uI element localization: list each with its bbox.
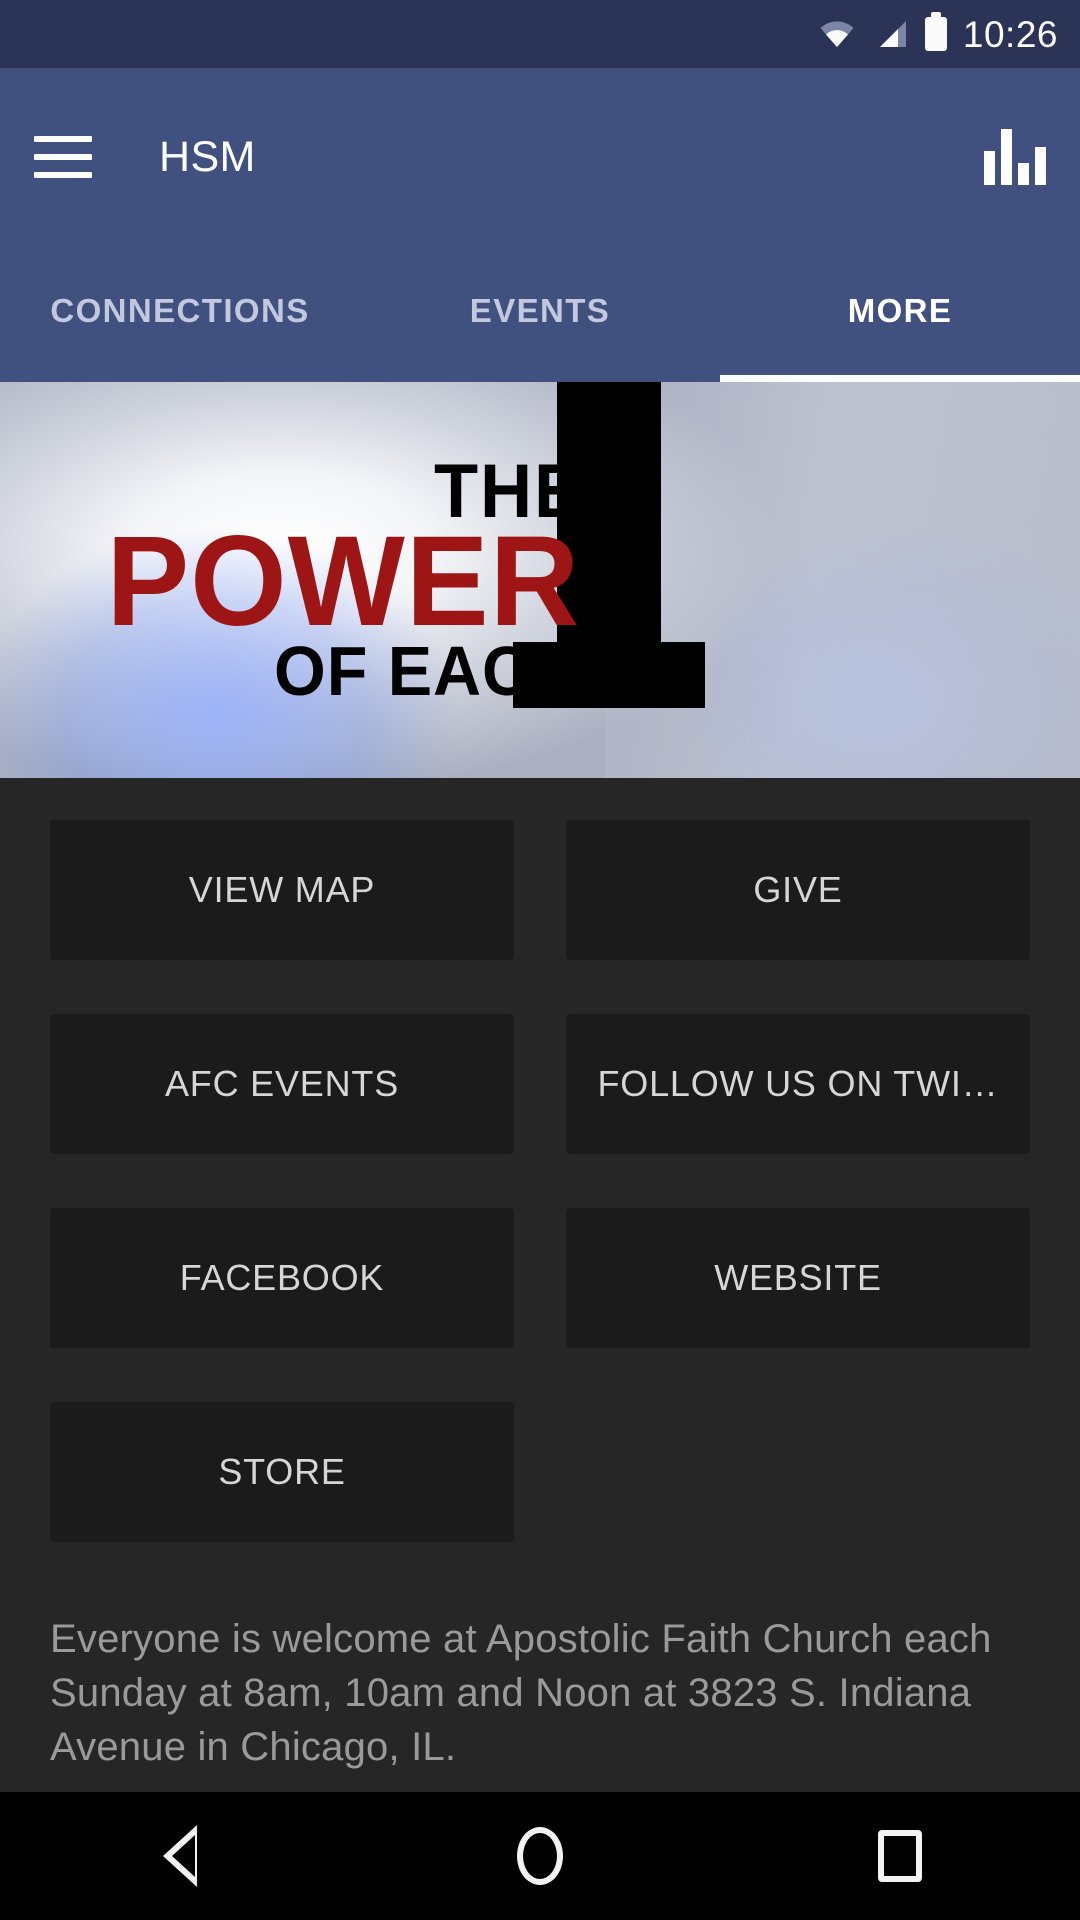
tab-bar: CONNECTIONS EVENTS MORE [0,246,1080,382]
app-bar: HSM [0,68,1080,246]
banner-line-of-each: OF EACH [274,631,580,710]
tile-give[interactable]: GIVE [566,820,1030,960]
banner-right-fade [604,382,1080,778]
church-description: Everyone is welcome at Apostolic Faith C… [50,1617,992,1769]
recents-square-icon[interactable] [840,1792,960,1920]
status-icons [819,17,947,51]
banner-line-power: POWER [106,509,581,653]
tile-grid: VIEW MAP GIVE AFC EVENTS FOLLOW US ON TW… [50,820,1030,1542]
wifi-icon [820,21,854,47]
app-bar-title: HSM [159,132,256,181]
back-triangle-icon[interactable] [120,1792,240,1920]
android-nav-bar [0,1792,1080,1920]
tile-website[interactable]: WEBSITE [566,1208,1030,1348]
signal-icon [879,21,906,47]
tile-facebook[interactable]: FACEBOOK [50,1208,514,1348]
status-bar: 10:26 [0,0,1080,68]
tile-follow-us-on-twitter[interactable]: FOLLOW US ON TWI… [566,1014,1030,1154]
tab-connections[interactable]: CONNECTIONS [0,246,360,382]
app-screen: 10:26 HSM CONNECTIONS EVENTS MORE THE PO… [0,0,1080,1920]
promo-banner[interactable]: THE POWER OF EACH [0,382,1080,778]
tile-afc-events[interactable]: AFC EVENTS [50,1014,514,1154]
tile-store[interactable]: STORE [50,1402,514,1542]
tile-view-map[interactable]: VIEW MAP [50,820,514,960]
more-content: VIEW MAP GIVE AFC EVENTS FOLLOW US ON TW… [0,778,1080,1808]
hamburger-menu-icon[interactable] [34,136,92,178]
banner-text-block: THE POWER OF EACH [0,382,640,778]
bar-chart-icon[interactable] [984,129,1046,185]
home-circle-icon[interactable] [480,1792,600,1920]
tab-more[interactable]: MORE [720,246,1080,382]
status-bar-clock: 10:26 [962,13,1058,55]
battery-full-icon [924,17,947,51]
tab-events[interactable]: EVENTS [360,246,720,382]
